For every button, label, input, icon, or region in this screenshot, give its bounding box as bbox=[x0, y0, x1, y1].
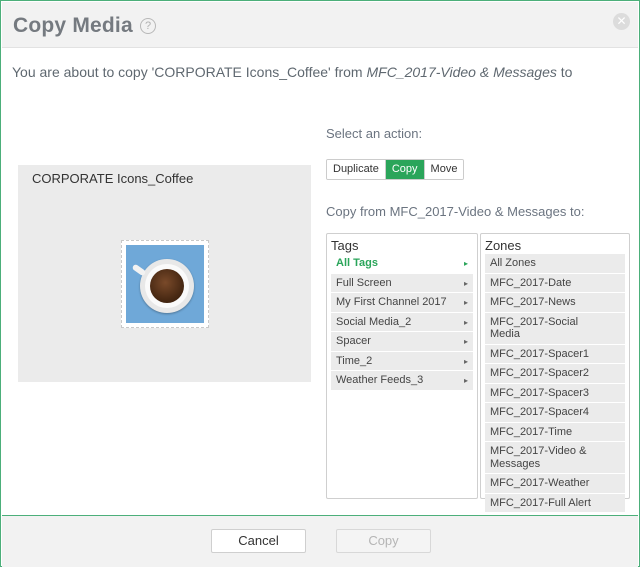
tag-item[interactable]: All Tags ▸ bbox=[331, 254, 473, 274]
copy-media-dialog: Copy Media ? ✕ You are about to copy 'CO… bbox=[0, 0, 640, 567]
tag-item-label: My First Channel 2017 bbox=[336, 296, 447, 308]
zone-item[interactable]: MFC_2017-Date bbox=[485, 273, 625, 293]
chevron-right-icon: ▸ bbox=[463, 298, 468, 307]
action-selector: Duplicate Copy Move bbox=[326, 159, 465, 180]
tag-item[interactable]: Time_2 ▸ bbox=[331, 351, 473, 371]
tag-item[interactable]: Full Screen ▸ bbox=[331, 273, 473, 293]
zone-item[interactable]: MFC_2017-Spacer1 bbox=[485, 344, 625, 364]
tag-item-label: Spacer bbox=[336, 335, 371, 347]
zones-panel: Zones All Zones MFC_2017-Date MFC_2017-New… bbox=[480, 233, 630, 513]
tag-item-label: Weather Feeds_3 bbox=[336, 374, 424, 386]
media-thumbnail bbox=[121, 240, 209, 328]
copy-description-suffix: to bbox=[556, 64, 573, 80]
zones-title: Zones bbox=[485, 238, 522, 253]
copy-description: You are about to copy 'CORPORATE Icons_C… bbox=[12, 64, 572, 80]
chevron-right-icon: ▸ bbox=[463, 278, 468, 288]
chevron-right-icon: ▸ bbox=[463, 337, 468, 346]
tag-item-label: All Tags bbox=[336, 257, 378, 269]
tag-item[interactable]: My First Channel 2017 ▸ bbox=[331, 293, 473, 313]
tags-title: Tags bbox=[331, 238, 359, 253]
zones-list: All Zones MFC_2017-Date MFC_2017-News MFC_2… bbox=[485, 254, 625, 513]
action-label: Select an action: bbox=[326, 126, 423, 141]
copy-action-button[interactable]: Copy bbox=[385, 160, 425, 179]
zone-item[interactable]: MFC_2017-Full Alert bbox=[485, 493, 625, 513]
tags-panel: Tags All Tags ▸ Full Screen ▸ My First Chann… bbox=[326, 233, 478, 499]
cancel-button[interactable]: Cancel bbox=[211, 529, 306, 553]
zone-item[interactable]: MFC_2017-Weather bbox=[485, 474, 625, 494]
tag-item[interactable]: Spacer ▸ bbox=[331, 332, 473, 352]
zone-item[interactable]: MFC_2017-Social Media bbox=[485, 312, 625, 345]
chevron-right-icon: ▸ bbox=[463, 376, 468, 385]
zone-item[interactable]: All Zones bbox=[485, 254, 625, 274]
help-circle-icon[interactable]: ? bbox=[140, 18, 156, 34]
media-name: CORPORATE Icons_Coffee bbox=[32, 171, 194, 186]
coffee-shape bbox=[150, 269, 184, 303]
close-icon[interactable]: ✕ bbox=[613, 13, 630, 30]
chevron-right-icon: ▸ bbox=[463, 259, 468, 268]
tag-item[interactable]: Social Media_2 ▸ bbox=[331, 312, 473, 332]
destination-label: Copy from MFC_2017-Video & Messages to: bbox=[326, 204, 585, 219]
zone-item[interactable]: MFC_2017-Time bbox=[485, 422, 625, 442]
zone-item[interactable]: MFC_2017-Spacer3 bbox=[485, 383, 625, 403]
dialog-footer: Cancel Copy bbox=[2, 515, 638, 567]
tag-item-label: Social Media_2 bbox=[336, 315, 412, 328]
cup-handle-shape bbox=[131, 263, 147, 277]
copy-description-prefix: You are about to copy 'CORPORATE Icons_C… bbox=[12, 64, 367, 80]
media-preview: CORPORATE Icons_Coffee bbox=[18, 165, 311, 382]
dialog-header: Copy Media ? ✕ bbox=[2, 2, 638, 48]
zone-item[interactable]: MFC_2017-Spacer2 bbox=[485, 364, 625, 384]
tag-item[interactable]: Weather Feeds_3 ▸ bbox=[331, 371, 473, 391]
chevron-right-icon: ▸ bbox=[463, 317, 468, 327]
copy-button[interactable]: Copy bbox=[336, 529, 431, 553]
zone-item[interactable]: MFC_2017-Spacer4 bbox=[485, 403, 625, 423]
duplicate-button[interactable]: Duplicate bbox=[327, 160, 386, 179]
copy-description-source: MFC_2017-Video & Messages bbox=[366, 64, 557, 80]
tags-list: All Tags ▸ Full Screen ▸ My First Channel 20… bbox=[331, 254, 473, 391]
zone-item[interactable]: MFC_2017-Video & Messages bbox=[485, 442, 625, 474]
move-button[interactable]: Move bbox=[424, 160, 464, 179]
tag-item-label: Time_2 bbox=[336, 354, 373, 367]
dialog-title: Copy Media bbox=[13, 14, 133, 37]
zone-item[interactable]: MFC_2017-News bbox=[485, 293, 625, 313]
tag-item-label: Full Screen bbox=[336, 276, 392, 289]
coffee-cup-icon bbox=[126, 245, 204, 323]
chevron-right-icon: ▸ bbox=[463, 356, 468, 366]
